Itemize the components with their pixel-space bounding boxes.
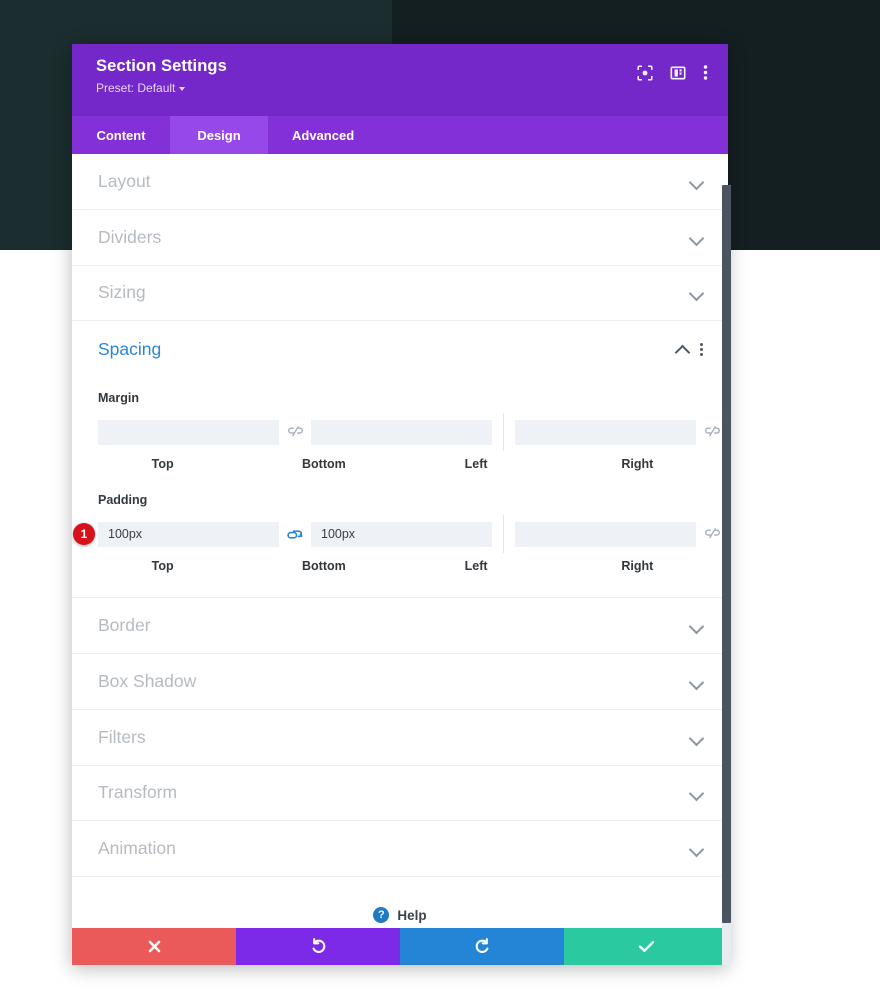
chevron-down-icon	[690, 286, 703, 299]
chevron-down-icon	[179, 87, 186, 91]
padding-bottom-input[interactable]	[311, 521, 492, 547]
margin-top-input[interactable]	[98, 419, 279, 445]
margin-field-labels: Top Bottom Left Right	[98, 457, 702, 471]
padding-top-label: Top	[151, 559, 174, 574]
section-title-box-shadow: Box Shadow	[98, 670, 197, 691]
section-title-dividers: Dividers	[98, 226, 162, 247]
margin-link-top-bottom-icon[interactable]	[279, 426, 311, 438]
section-toggle-transform[interactable]: Transform	[72, 766, 728, 822]
tab-bar: Content Design Advanced	[72, 116, 728, 154]
section-title-border: Border	[98, 615, 151, 636]
preset-selector[interactable]: Preset: Default	[96, 81, 227, 95]
panel-layout-icon[interactable]	[670, 65, 686, 81]
margin-top-label: Top	[151, 457, 174, 472]
scrollbar-thumb[interactable]	[722, 185, 731, 923]
padding-left-input[interactable]	[515, 521, 696, 547]
chevron-down-icon	[690, 731, 703, 744]
modal-header: Section Settings Preset: Default	[72, 44, 728, 116]
margin-bottom-label: Bottom	[302, 457, 346, 472]
padding-top-input[interactable]	[98, 521, 279, 547]
help-label: Help	[397, 907, 427, 923]
section-title-animation: Animation	[98, 838, 176, 859]
padding-left-label: Left	[464, 559, 488, 574]
cancel-button[interactable]	[72, 928, 236, 965]
settings-scroll-area[interactable]: Layout Dividers Sizing Spacing Margin To…	[72, 154, 728, 928]
margin-top-bottom-pair	[98, 419, 492, 445]
section-toggle-animation[interactable]: Animation	[72, 821, 728, 878]
chevron-down-icon	[690, 231, 703, 244]
chevron-down-icon	[690, 842, 703, 855]
save-button[interactable]	[564, 928, 728, 965]
tab-design[interactable]: Design	[170, 116, 268, 154]
redo-icon	[475, 938, 488, 953]
kebab-menu-icon[interactable]	[703, 64, 708, 81]
section-toggle-spacing[interactable]: Spacing	[72, 321, 728, 377]
section-toggle-sizing[interactable]: Sizing	[72, 266, 728, 322]
margin-label: Margin	[98, 391, 139, 406]
check-icon	[638, 941, 654, 952]
chevron-down-icon	[690, 675, 703, 688]
chevron-down-icon	[690, 786, 703, 799]
padding-top-bottom-pair	[98, 521, 492, 547]
margin-left-right-pair	[515, 419, 728, 445]
section-toggle-layout[interactable]: Layout	[72, 154, 728, 210]
section-toggle-box-shadow[interactable]: Box Shadow	[72, 654, 728, 710]
padding-link-top-bottom-icon[interactable]	[279, 528, 311, 541]
margin-bottom-input[interactable]	[311, 419, 492, 445]
padding-right-label: Right	[621, 559, 654, 574]
margin-right-label: Right	[621, 457, 654, 472]
margin-field-group	[98, 413, 720, 452]
section-title-layout: Layout	[98, 170, 151, 191]
padding-bottom-label: Bottom	[302, 559, 346, 574]
padding-divider	[503, 515, 504, 554]
section-title-sizing: Sizing	[98, 282, 146, 303]
undo-button[interactable]	[236, 928, 400, 965]
screen: Section Settings Preset: Default Content…	[0, 0, 880, 1002]
undo-icon	[312, 938, 325, 953]
tab-advanced[interactable]: Advanced	[268, 116, 378, 154]
margin-left-input[interactable]	[515, 419, 696, 445]
padding-field-labels: Top Bottom Left Right	[98, 559, 702, 573]
chevron-up-icon[interactable]	[676, 343, 689, 356]
section-toggle-filters[interactable]: Filters	[72, 710, 728, 766]
focus-target-icon[interactable]	[637, 64, 653, 81]
chevron-down-icon	[690, 619, 703, 632]
padding-field-group: 1	[73, 515, 720, 554]
padding-left-right-pair	[515, 521, 728, 547]
chevron-down-icon	[690, 175, 703, 188]
section-title-spacing: Spacing	[98, 338, 162, 359]
status-badge: 1	[73, 523, 95, 546]
section-spacing-actions	[676, 342, 703, 356]
section-settings-modal: Section Settings Preset: Default Content…	[72, 44, 728, 965]
margin-left-label: Left	[464, 457, 488, 472]
preset-label: Preset: Default	[96, 81, 176, 95]
help-link[interactable]: ? Help	[72, 877, 728, 928]
header-icon-group	[637, 64, 708, 81]
section-title-transform: Transform	[98, 782, 178, 803]
page-title: Section Settings	[96, 57, 227, 75]
margin-divider	[503, 413, 504, 452]
section-title-filters: Filters	[98, 726, 146, 747]
close-icon	[148, 940, 160, 953]
redo-button[interactable]	[400, 928, 564, 965]
modal-title-block: Section Settings Preset: Default	[96, 57, 227, 95]
tab-content[interactable]: Content	[72, 116, 170, 154]
question-mark-icon: ?	[373, 907, 390, 924]
section-toggle-dividers[interactable]: Dividers	[72, 210, 728, 266]
section-toggle-border[interactable]: Border	[72, 598, 728, 654]
kebab-menu-icon[interactable]	[700, 342, 703, 356]
padding-label: Padding	[98, 493, 148, 508]
modal-footer	[72, 928, 728, 965]
spacing-panel: Margin Top Bottom Left Right Padding 1 1…	[72, 391, 728, 599]
